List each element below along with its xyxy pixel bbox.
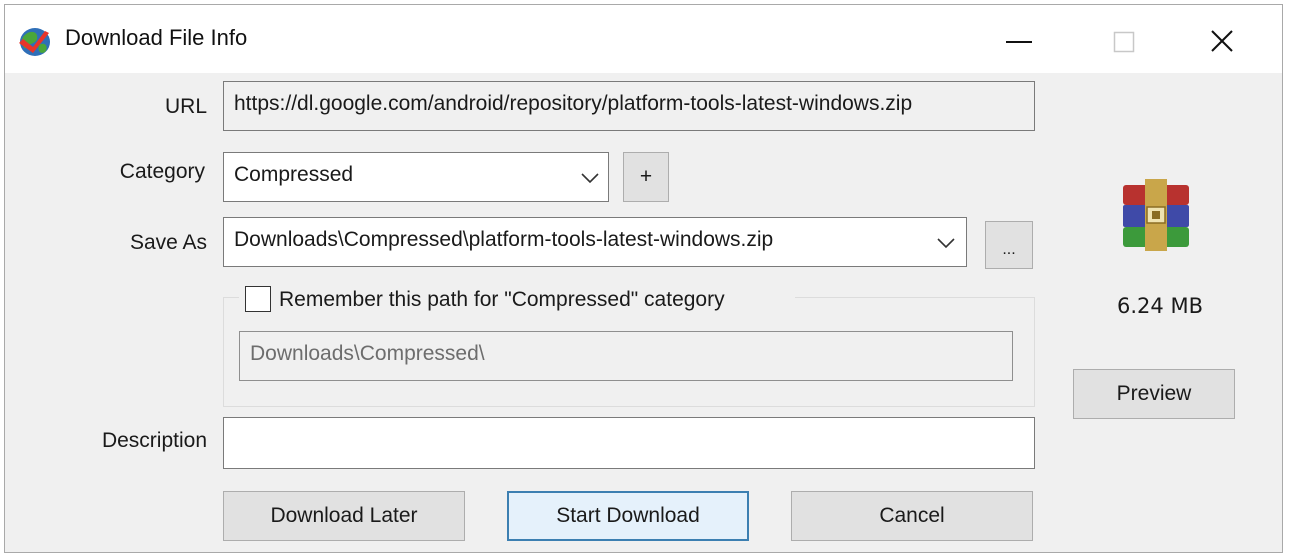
maximize-icon bbox=[1113, 31, 1135, 53]
start-download-label: Start Download bbox=[556, 504, 700, 527]
save-as-value: Downloads\Compressed\platform-tools-late… bbox=[234, 228, 774, 251]
description-input[interactable] bbox=[223, 417, 1035, 469]
save-as-combo[interactable]: Downloads\Compressed\platform-tools-late… bbox=[223, 217, 967, 267]
minimize-icon bbox=[1006, 41, 1032, 43]
url-label: URL bbox=[164, 95, 207, 118]
category-label: Category bbox=[119, 160, 205, 183]
close-button[interactable] bbox=[1177, 11, 1267, 67]
close-icon bbox=[1211, 30, 1233, 52]
download-later-label: Download Later bbox=[270, 504, 418, 527]
minimize-button[interactable] bbox=[973, 11, 1063, 67]
download-file-info-dialog: Download File Info URL https://dl.google… bbox=[0, 0, 1289, 559]
cancel-button[interactable]: Cancel bbox=[791, 491, 1033, 541]
browse-button-label: ... bbox=[1002, 240, 1016, 258]
preview-button-label: Preview bbox=[1116, 382, 1192, 405]
remember-path-field: Downloads\Compressed\ bbox=[239, 331, 1013, 381]
remember-path-checkbox[interactable] bbox=[245, 286, 271, 312]
url-value: https://dl.google.com/android/repository… bbox=[234, 92, 913, 115]
winrar-archive-icon bbox=[1123, 179, 1189, 251]
description-label: Description bbox=[101, 429, 207, 452]
preview-button[interactable]: Preview bbox=[1073, 369, 1235, 419]
chevron-down-icon bbox=[581, 173, 599, 184]
add-category-label: + bbox=[639, 165, 653, 188]
add-category-button[interactable]: + bbox=[623, 152, 669, 202]
save-as-label: Save As bbox=[129, 231, 207, 254]
file-size: 6.24 MB bbox=[1117, 294, 1203, 318]
cancel-label: Cancel bbox=[879, 504, 945, 527]
browse-button[interactable]: ... bbox=[985, 221, 1033, 269]
remember-path-checkbox-row[interactable]: Remember this path for "Compressed" cate… bbox=[239, 284, 795, 316]
category-select[interactable]: Compressed bbox=[223, 152, 609, 202]
window-title: Download File Info bbox=[65, 25, 248, 50]
download-later-button[interactable]: Download Later bbox=[223, 491, 465, 541]
remember-path-label[interactable]: Remember this path for "Compressed" cate… bbox=[279, 288, 725, 312]
dialog-frame: Download File Info URL https://dl.google… bbox=[4, 4, 1283, 553]
chevron-down-icon bbox=[937, 238, 955, 249]
start-download-button[interactable]: Start Download bbox=[507, 491, 749, 541]
title-bar: Download File Info bbox=[5, 5, 1282, 73]
category-selected-value: Compressed bbox=[234, 163, 354, 186]
idm-globe-icon bbox=[19, 28, 50, 56]
remember-path-value: Downloads\Compressed\ bbox=[250, 342, 485, 365]
url-field[interactable]: https://dl.google.com/android/repository… bbox=[223, 81, 1035, 131]
maximize-button[interactable] bbox=[1079, 11, 1169, 67]
